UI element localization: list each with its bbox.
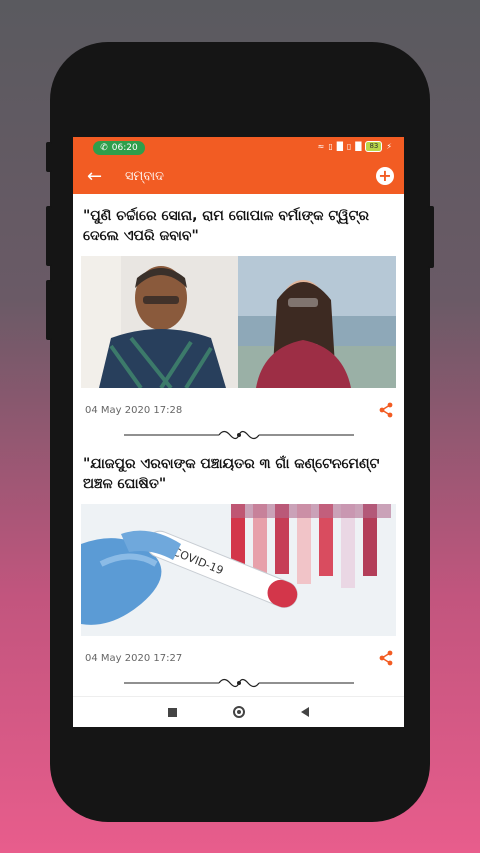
page-title: ସମ୍ବାଦ [125,169,164,184]
phone-icon: ✆ [100,143,108,153]
back-nav-button[interactable] [301,707,309,717]
wifi-icon: ≈ [317,142,325,151]
volte-icon: ▯ [328,142,333,151]
news-card[interactable]: "ପୁଣି ଚର୍ଚ୍ଚାରେ ସୋନା, ରାମ ଗୋପାଳ ବର୍ମାଙ୍କ… [73,194,404,442]
battery-icon: 83 [365,141,383,152]
share-icon[interactable] [378,650,394,666]
news-headline[interactable]: "ପୁଣି ଚର୍ଚ୍ଚାରେ ସୋନା, ରାମ ଗୋପାଳ ବର୍ମାଙ୍କ… [73,194,404,246]
news-meta: 04 May 2020 17:28 [73,388,404,418]
news-image[interactable]: COVID-19 [81,504,396,636]
side-button-left-1 [46,142,52,172]
ornamental-divider [123,678,354,688]
recents-button[interactable] [168,707,177,717]
plus-icon: + [378,166,392,185]
charging-icon: ⚡ [386,142,392,151]
volte-icon: ▯ [346,142,352,151]
news-photo-collage [81,256,396,388]
status-time: 06:20 [111,143,138,153]
news-feed[interactable]: "ପୁଣି ଚର୍ଚ୍ଚାରେ ସୋନା, ରାମ ଗୋପାଳ ବର୍ମାଙ୍କ… [73,194,404,697]
arrow-left-icon: ← [87,165,103,187]
side-button-right [428,206,434,268]
news-headline[interactable]: "ଯାଜପୁର ଏରବାଙ୍କ ପଞ୍ଚାୟତର ୩ ଗାଁ କଣ୍ଟେନମେଣ… [73,442,404,494]
ornamental-divider [123,430,354,440]
add-button[interactable]: + [376,167,394,185]
signal-icon: █ [336,142,343,151]
status-icons: ≈ ▯ █ ▯ █ 83 ⚡ [318,141,392,152]
back-button[interactable]: ← [87,165,107,187]
news-date: 04 May 2020 17:27 [85,652,183,664]
side-button-left-3 [46,280,52,340]
signal-icon: █ [355,142,362,151]
share-icon[interactable] [378,402,394,418]
side-button-left-2 [46,206,52,266]
status-bar: ✆ 06:20 ≈ ▯ █ ▯ █ 83 ⚡ [73,137,404,159]
home-button[interactable] [233,706,245,718]
news-image[interactable] [81,256,396,388]
covid-test-photo: COVID-19 [81,504,396,636]
news-meta: 04 May 2020 17:27 [73,636,404,666]
phone-screen: ✆ 06:20 ≈ ▯ █ ▯ █ 83 ⚡ ← ସମ୍ବାଦ + "ପୁଣି … [73,137,404,727]
system-nav-bar [73,696,404,727]
news-date: 04 May 2020 17:28 [85,404,183,416]
news-card[interactable]: "ଯାଜପୁର ଏରବାଙ୍କ ପଞ୍ଚାୟତର ୩ ଗାଁ କଣ୍ଟେନମେଣ… [73,442,404,690]
app-bar: ← ସମ୍ବାଦ + [73,159,404,194]
call-time-pill[interactable]: ✆ 06:20 [93,141,145,155]
